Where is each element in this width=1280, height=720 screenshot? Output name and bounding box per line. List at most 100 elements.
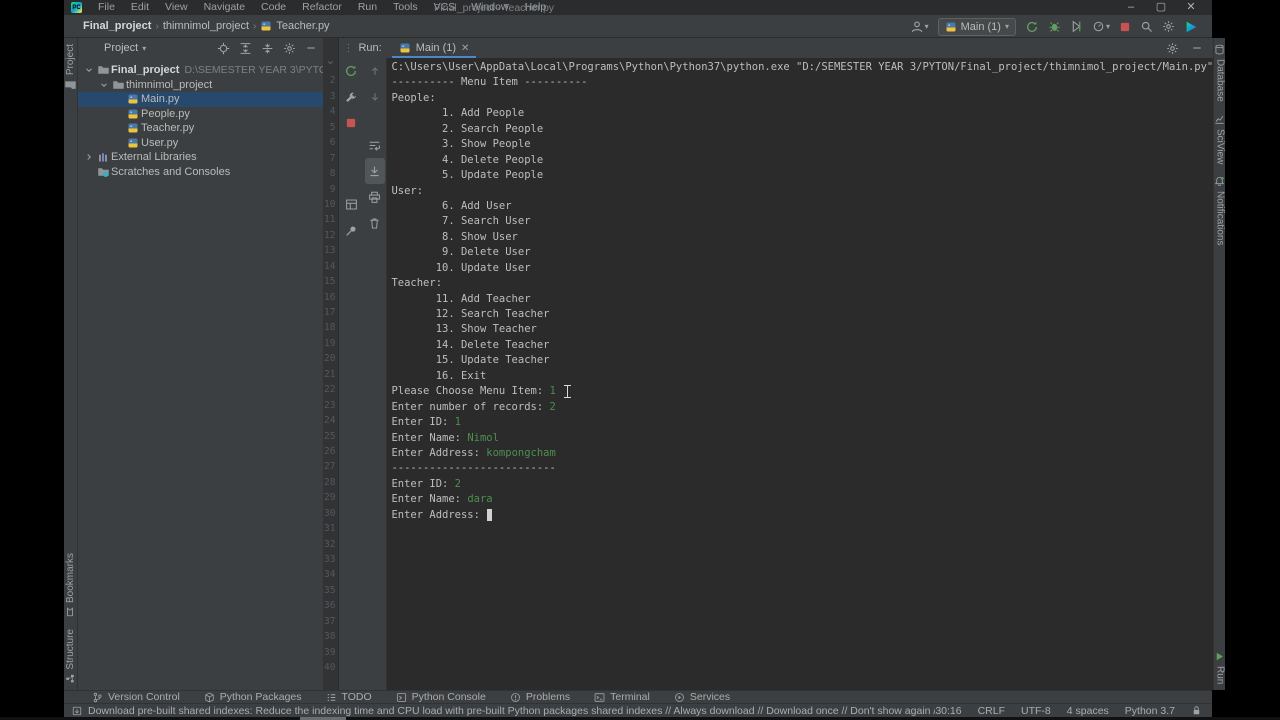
console-line: Enter ID: 1 [391,416,461,429]
settings-button[interactable] [1162,20,1175,33]
sidebar-tab-database[interactable]: Database [1214,38,1225,108]
chevron-down-icon[interactable]: ▾ [142,44,146,53]
menu-view[interactable]: View [157,0,196,15]
clear-all-button[interactable] [365,210,385,236]
sidebar-tab-project[interactable]: Project [64,38,77,97]
chevron-down-icon[interactable] [82,65,95,75]
run-with-coverage-button[interactable] [1070,20,1083,33]
services-icon [674,692,685,703]
menu-run[interactable]: Run [350,0,385,15]
tree-item-label: Main.py [141,93,180,106]
debug-button[interactable] [1048,20,1061,33]
sidebar-tab-bookmarks[interactable]: Bookmarks [65,547,76,623]
soft-wrap-button[interactable] [365,132,385,158]
console-line: -------------------------- [391,462,556,475]
sidebar-tab-sciview[interactable]: SciView [1214,108,1225,170]
indent-style[interactable]: 4 spaces [1067,705,1109,717]
chevron-down-icon[interactable] [97,80,110,90]
sidebar-tab-structure[interactable]: Structure [65,623,76,690]
toolwindow-python-packages[interactable]: Python Packages [204,691,302,703]
line-number: 39 [324,646,336,658]
menu-edit[interactable]: Edit [123,0,157,15]
tree-item-user-py[interactable]: User.py [78,136,323,151]
close-icon[interactable]: ✕ [461,43,469,54]
gear-icon [1162,20,1175,33]
sidebar-tab-run[interactable]: Run [1214,645,1225,690]
toolwindow-services[interactable]: Services [674,691,730,703]
profiler-button[interactable]: ▾ [1092,20,1110,33]
maximize-button[interactable]: ▢ [1148,0,1174,15]
search-everywhere-button[interactable] [1140,20,1153,33]
toolwindow-version-control[interactable]: Version Control [92,691,180,703]
menu-code[interactable]: Code [253,0,294,15]
run-console-output[interactable]: C:\Users\User\AppData\Local\Programs\Pyt… [387,58,1214,690]
line-number: 27 [324,461,336,473]
console-line: 10. Update User [391,261,531,274]
caret-position[interactable]: 30:16 [935,705,961,717]
tree-item-label: People.py [141,107,190,120]
line-number: 33 [324,554,336,565]
sidebar-tab-notifications[interactable]: Notifications [1214,170,1225,251]
chevron-right-icon[interactable] [82,152,95,162]
runplay-icon [1214,651,1225,662]
tree-item-thimnimol-project[interactable]: thimnimol_project [78,78,323,93]
close-button[interactable]: ✕ [1178,0,1204,15]
tree-item-teacher-py[interactable]: Teacher.py [78,121,323,136]
menu-navigate[interactable]: Navigate [196,0,253,15]
menu-refactor[interactable]: Refactor [294,0,350,15]
tree-item-scratches-and-consoles[interactable]: Scratches and Consoles [78,165,323,180]
gear-tool-icon[interactable] [283,42,296,55]
py-icon [125,137,141,149]
user-profile-button[interactable]: ▾ [910,20,929,34]
toolwindow-problems[interactable]: Problems [510,691,570,703]
run-tab-main[interactable]: Main (1) ✕ [391,38,477,58]
python-interpreter[interactable]: Python 3.7 [1125,705,1175,717]
run-configuration-select[interactable]: Main (1) ▾ [937,17,1016,36]
console-user-input: 1 [549,385,556,398]
collapse-tool-icon[interactable] [239,42,252,55]
file-encoding[interactable]: UTF-8 [1021,705,1051,717]
toolwindow-python-console[interactable]: Python Console [396,691,486,703]
minimize-button[interactable]: – [1118,0,1144,15]
restore-layout[interactable] [341,191,361,217]
run-minus-icon[interactable] [1191,42,1203,55]
down-stack-button[interactable] [365,84,385,110]
run-gear-icon[interactable] [1166,42,1179,55]
console-toolbar [363,58,388,690]
tree-item-main-py[interactable]: Main.py [78,92,323,107]
console-line: 3. Show People [391,138,531,151]
stop-button[interactable] [1119,21,1131,33]
toolwindow-terminal[interactable]: Terminal [594,691,650,703]
toolwindow-todo[interactable]: TODO [326,691,372,703]
target-tool-icon[interactable] [217,42,230,55]
run-tab-title: Main (1) [415,42,457,54]
drag-handle-icon[interactable]: ⋮ [343,43,353,54]
console-line: Teacher: [391,277,443,290]
bug-icon [1048,20,1061,33]
line-separator[interactable]: CRLF [978,705,1005,717]
menu-tools[interactable]: Tools [385,0,426,15]
expand-tool-icon[interactable] [261,42,274,55]
stop-button[interactable] [341,110,361,136]
right-toolwindow-bar: Database SciView Notifications Run [1213,38,1226,690]
status-message[interactable]: Download pre-built shared indexes: Reduc… [88,705,935,717]
up-stack-button[interactable] [365,58,385,84]
readonly-lock-icon[interactable] [1191,705,1202,716]
rerun-button[interactable] [341,58,361,84]
breadcrumb-item[interactable]: thimnimol_project [163,20,249,32]
print-button[interactable] [365,184,385,210]
tree-item-people-py[interactable]: People.py [78,107,323,122]
settings-wrench[interactable] [341,84,361,110]
run-button[interactable] [1025,20,1039,34]
tree-item-external-libraries[interactable]: External Libraries [78,150,323,165]
console-line: 14. Delete Teacher [391,338,550,351]
tree-item-final-project[interactable]: Final_project D:\SEMESTER YEAR 3\PYTON\Fi… [78,63,323,78]
minus-tool-icon[interactable] [305,42,317,54]
ide-feature-button[interactable] [1184,20,1198,34]
scroll-to-end-button[interactable] [364,158,385,184]
menu-file[interactable]: File [90,0,123,15]
breadcrumb-item[interactable]: Teacher.py [260,20,330,32]
fold-chevron-icon[interactable] [324,58,335,73]
breadcrumb-item[interactable]: Final_project [83,20,151,32]
pin-tab[interactable] [341,217,361,243]
